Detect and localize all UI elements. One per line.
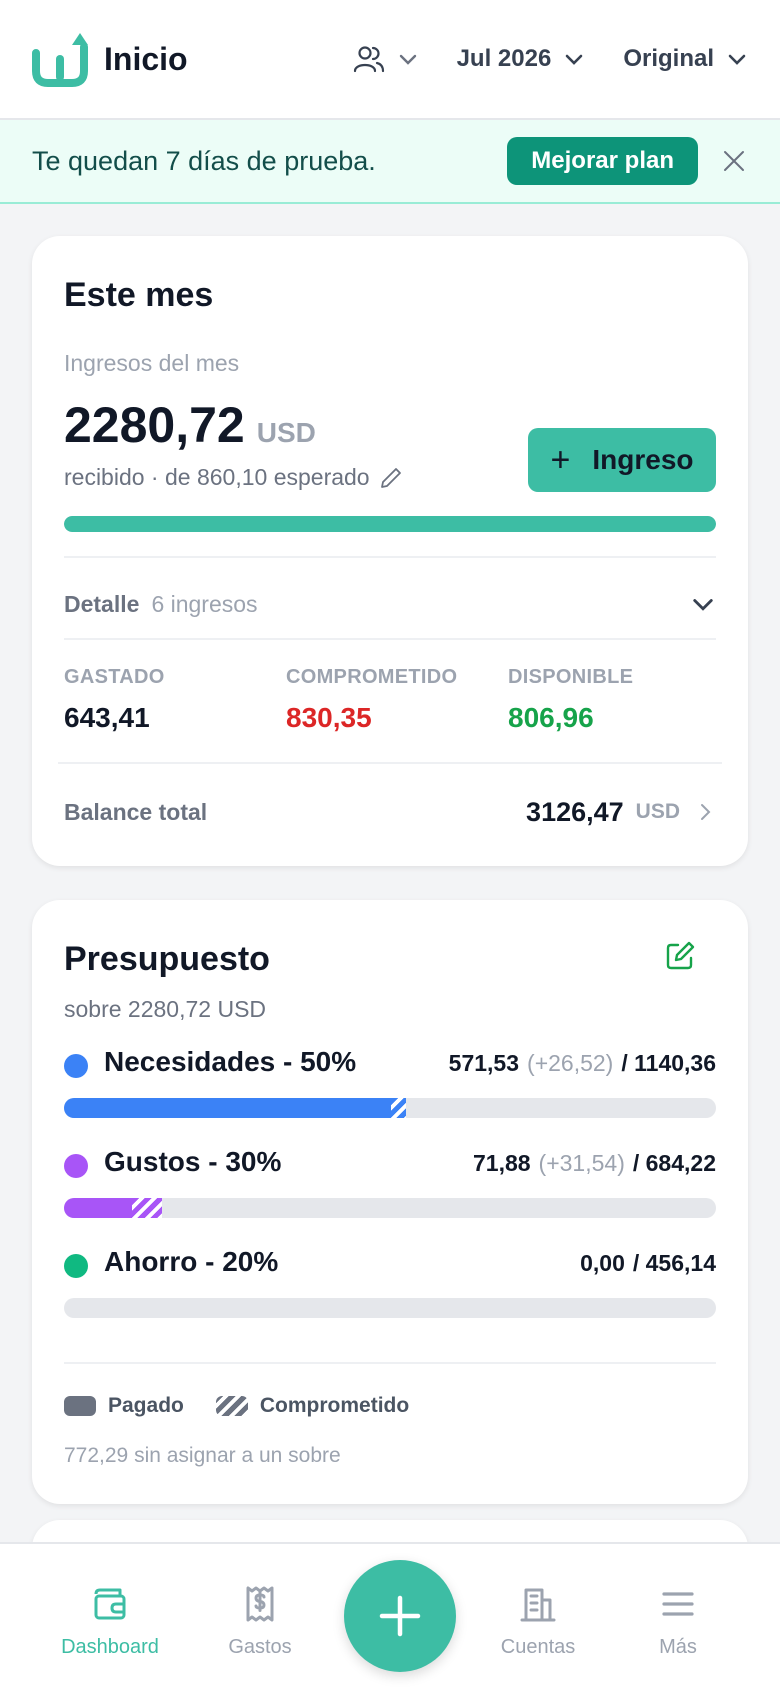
stat-label: GASTADO <box>64 666 165 688</box>
balance-label: Balance total <box>64 798 208 825</box>
budget-card: Presupuesto sobre 2280,72 USD Necesidade… <box>32 900 748 1504</box>
stat-value: 830,35 <box>286 702 372 733</box>
paid-fill <box>64 1098 391 1118</box>
chevron-right-icon <box>701 804 711 820</box>
expected-income: recibido · de 860,10 esperado <box>64 464 404 491</box>
upgrade-plan-button[interactable]: Mejorar plan <box>507 137 698 185</box>
budget-progress-bar <box>64 1098 716 1118</box>
nav-expenses[interactable]: Gastos <box>190 1584 330 1659</box>
chevron-down-icon <box>728 54 746 65</box>
nav-label: Gastos <box>228 1636 292 1658</box>
nav-accounts[interactable]: Cuentas <box>468 1584 608 1659</box>
pencil-icon[interactable] <box>378 465 404 491</box>
budget-legend: Pagado Comprometido <box>64 1394 409 1418</box>
balance-value: 3126,47 <box>526 796 624 827</box>
top-header: Inicio Jul 2026 Original <box>0 0 780 120</box>
edit-icon[interactable] <box>664 940 696 972</box>
building-icon <box>520 1588 556 1622</box>
income-amount: 2280,72 <box>64 397 245 453</box>
nav-label: Más <box>659 1636 697 1658</box>
divider <box>64 638 716 640</box>
committed-amount: (+26,52) <box>527 1050 614 1076</box>
divider <box>58 762 722 764</box>
stat-value: 643,41 <box>64 702 150 733</box>
household-selector[interactable] <box>353 43 419 75</box>
paid-fill <box>64 1198 133 1218</box>
nav-dashboard[interactable]: Dashboard <box>40 1584 180 1659</box>
plus-icon <box>379 1595 421 1637</box>
budget-subtitle: sobre 2280,72 USD <box>64 996 267 1022</box>
nav-more[interactable]: Más <box>608 1584 748 1659</box>
budget-category-amounts: 0,00 / 456,14 <box>580 1250 716 1277</box>
close-icon[interactable] <box>720 147 748 175</box>
wallet-icon <box>94 1588 126 1620</box>
stat-label: COMPROMETIDO <box>286 666 458 688</box>
this-month-card: Este mes Ingresos del mes 2280,72 USD re… <box>32 236 748 866</box>
card-title: Presupuesto <box>64 940 270 978</box>
spent-amount: 571,53 <box>448 1050 520 1076</box>
budget-category-name[interactable]: Ahorro - 20% <box>104 1246 278 1278</box>
add-income-button[interactable]: + Ingreso <box>528 428 716 492</box>
plus-icon: + <box>550 440 571 479</box>
committed-fill <box>132 1198 163 1218</box>
category-dot <box>64 1054 88 1078</box>
unassigned-text: 772,29 sin asignar a un sobre <box>64 1444 341 1467</box>
income-progress-fill <box>64 516 716 532</box>
balance-currency: USD <box>635 800 680 823</box>
income-progress-bar <box>64 516 716 532</box>
chevron-down-icon <box>566 54 583 65</box>
category-dot <box>64 1254 88 1278</box>
budget-progress-bar <box>64 1198 716 1218</box>
committed-amount: (+31,54) <box>538 1150 625 1176</box>
app-logo-icon <box>32 33 88 87</box>
currency-mode-selector[interactable]: Original <box>623 45 748 73</box>
committed-fill <box>390 1098 406 1118</box>
paid-swatch <box>64 1396 96 1416</box>
nav-label: Cuentas <box>500 1636 576 1658</box>
budget-category-name[interactable]: Gustos - 30% <box>104 1146 281 1178</box>
add-transaction-button[interactable] <box>344 1560 456 1672</box>
currency-mode-label: Original <box>623 45 714 72</box>
month-label: Jul 2026 <box>456 45 552 72</box>
budget-total: / 456,14 <box>632 1250 716 1276</box>
total-balance-row[interactable]: Balance total 3126,47 USD <box>64 784 716 840</box>
detail-label: Detalle <box>64 590 140 617</box>
budget-category-amounts: 71,88 (+31,54) / 684,22 <box>473 1150 716 1177</box>
category-dot <box>64 1154 88 1178</box>
committed-swatch <box>215 1396 248 1416</box>
users-icon <box>353 46 384 73</box>
budget-progress-bar <box>64 1298 716 1318</box>
page-title: Inicio <box>104 40 188 77</box>
income-label: Ingresos del mes <box>64 350 240 376</box>
divider <box>64 556 716 558</box>
detail-toggle[interactable]: Detalle 6 ingresos <box>64 582 716 626</box>
expected-text: recibido · de 860,10 esperado <box>64 464 370 490</box>
divider <box>64 1362 716 1364</box>
legend-paid: Pagado <box>108 1394 184 1417</box>
budget-total: / 684,22 <box>632 1150 716 1176</box>
receipt-icon <box>246 1586 274 1622</box>
chevron-down-icon <box>399 54 416 65</box>
nav-label: Dashboard <box>61 1636 159 1658</box>
stat-label: DISPONIBLE <box>508 666 634 688</box>
detail-count: 6 ingresos <box>151 590 258 617</box>
income-total: 2280,72 USD <box>64 396 316 454</box>
budget-total: / 1140,36 <box>621 1050 716 1076</box>
menu-icon <box>662 1592 694 1616</box>
stat-value: 806,96 <box>508 702 594 733</box>
spent-amount: 0,00 <box>580 1250 625 1276</box>
chevron-down-icon <box>693 599 713 611</box>
spent-amount: 71,88 <box>472 1150 531 1176</box>
add-income-label: Ingreso <box>592 444 694 475</box>
card-title: Este mes <box>64 276 214 314</box>
budget-category-name[interactable]: Necesidades - 50% <box>104 1046 356 1078</box>
legend-committed: Comprometido <box>259 1394 410 1417</box>
budget-category-amounts: 571,53 (+26,52) / 1140,36 <box>449 1050 716 1077</box>
trial-message: Te quedan 7 días de prueba. <box>32 145 376 176</box>
month-selector[interactable]: Jul 2026 <box>457 45 586 73</box>
income-currency: USD <box>256 417 316 448</box>
trial-banner: Te quedan 7 días de prueba. Mejorar plan <box>0 120 780 204</box>
